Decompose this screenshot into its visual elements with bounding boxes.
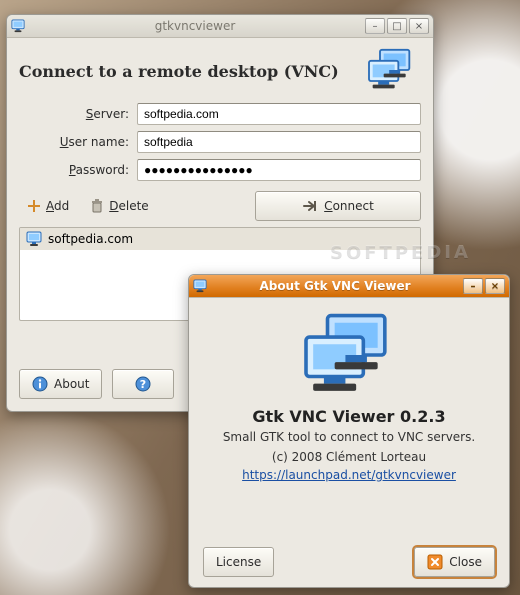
connect-icon [302,198,318,214]
license-button-label: License [216,555,261,569]
add-button[interactable]: Add [19,195,76,217]
close-window-button[interactable]: × [485,278,505,294]
username-input[interactable] [137,131,421,153]
help-icon [135,376,151,392]
close-window-button[interactable]: × [409,18,429,34]
maximize-button[interactable]: □ [387,18,407,34]
monitors-icon [361,48,421,95]
delete-icon [89,198,105,214]
main-titlebar[interactable]: gtkvncviewer – □ × [7,15,433,38]
about-window-title: About Gtk VNC Viewer [211,279,459,293]
help-button[interactable] [112,369,174,399]
server-input[interactable] [137,103,421,125]
about-copyright: (c) 2008 Clément Lorteau [272,450,426,464]
password-input[interactable] [137,159,421,181]
server-label: Server: [19,107,129,121]
server-icon [26,231,42,247]
app-icon [11,19,25,33]
info-icon [32,376,48,392]
minimize-button[interactable]: – [463,278,483,294]
list-item-label: softpedia.com [48,232,133,246]
username-label: User name: [19,135,129,149]
app-icon [193,279,207,293]
about-button[interactable]: About [19,369,102,399]
connection-form: Server: User name: Password: [19,103,421,181]
close-button-label: Close [449,555,482,569]
main-window-title: gtkvncviewer [29,19,361,33]
about-app-name: Gtk VNC Viewer 0.2.3 [252,407,445,426]
list-item[interactable]: softpedia.com [20,228,420,250]
license-button[interactable]: License [203,547,274,577]
delete-button[interactable]: Delete [82,195,155,217]
close-button[interactable]: Close [414,547,495,577]
page-heading: Connect to a remote desktop (VNC) [19,62,353,81]
about-titlebar[interactable]: About Gtk VNC Viewer – × [189,275,509,298]
about-dialog: About Gtk VNC Viewer – × Gtk VNC Viewer … [188,274,510,588]
add-icon [26,198,42,214]
monitors-icon [289,310,409,401]
about-button-label: About [54,377,89,391]
about-subtitle: Small GTK tool to connect to VNC servers… [223,430,475,444]
close-icon [427,554,443,570]
about-url-link[interactable]: https://launchpad.net/gtkvncviewer [242,468,456,482]
minimize-button[interactable]: – [365,18,385,34]
password-label: Password: [19,163,129,177]
connect-button[interactable]: Connect [255,191,421,221]
